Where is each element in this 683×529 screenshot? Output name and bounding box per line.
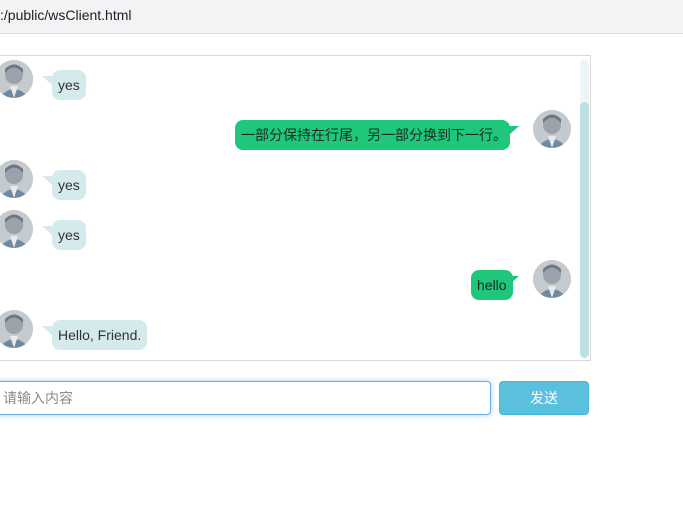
chat-message-list[interactable]: yes 一部分保持在行尾，另一部分换到下一行。 yes yes hello He… [0, 55, 591, 361]
bubble-tail [509, 276, 519, 285]
chat-message-outgoing: hello [0, 260, 587, 300]
message-bubble: yes [52, 70, 86, 100]
bubble-tail [42, 226, 52, 235]
bubble-tail [42, 326, 52, 335]
chat-message-incoming: Hello, Friend. [0, 310, 587, 350]
chat-message-incoming: yes [0, 210, 587, 250]
message-bubble: yes [52, 220, 86, 250]
user-avatar-icon [533, 110, 571, 148]
chat-message-outgoing: 一部分保持在行尾，另一部分换到下一行。 [0, 110, 587, 150]
bubble-tail [509, 126, 519, 135]
message-bubble: Hello, Friend. [52, 320, 148, 350]
chat-message-incoming: yes [0, 160, 587, 200]
user-avatar-icon [0, 160, 33, 198]
message-bubble: yes [52, 170, 86, 200]
url-text[interactable]: :/public/wsClient.html [0, 7, 132, 23]
message-bubble: hello [471, 270, 513, 300]
bubble-tail [42, 76, 52, 85]
chat-scrollbar-thumb[interactable] [580, 102, 589, 358]
browser-address-bar[interactable]: :/public/wsClient.html [0, 0, 683, 34]
user-avatar-icon [0, 210, 33, 248]
user-avatar-icon [0, 310, 33, 348]
message-input[interactable] [0, 381, 491, 415]
chat-message-incoming: yes [0, 60, 587, 100]
message-bubble: 一部分保持在行尾，另一部分换到下一行。 [235, 120, 510, 150]
user-avatar-icon [0, 60, 33, 98]
user-avatar-icon [533, 260, 571, 298]
bubble-tail [42, 176, 52, 185]
send-button[interactable]: 发送 [499, 381, 589, 415]
